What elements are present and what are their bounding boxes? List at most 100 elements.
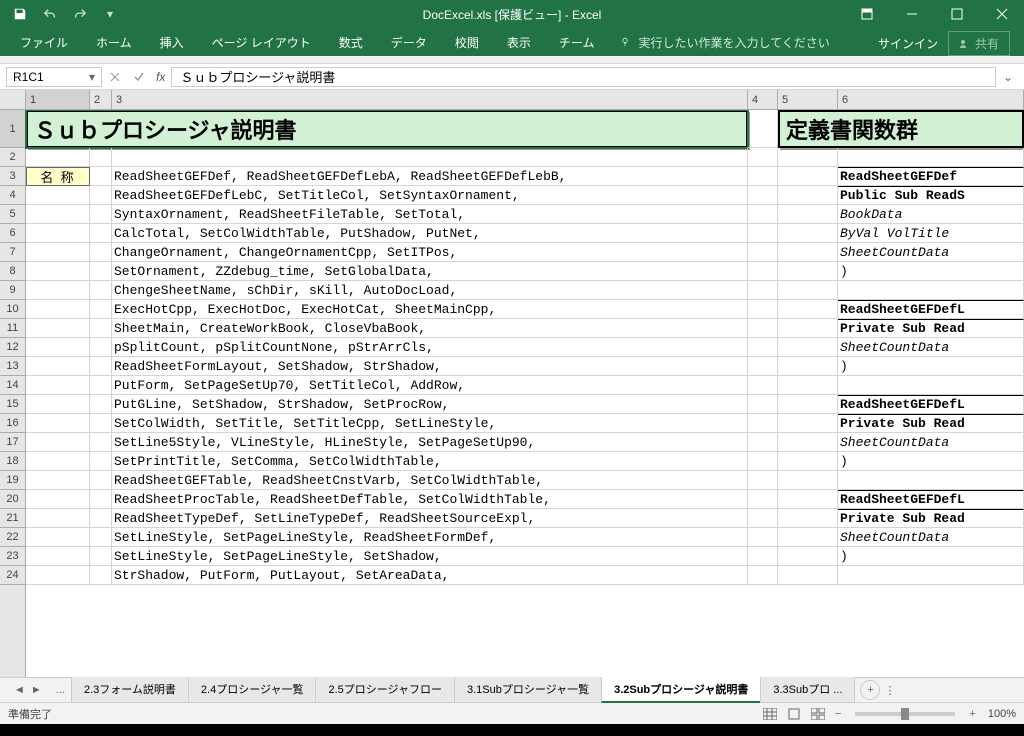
cell[interactable] — [90, 319, 112, 338]
cell[interactable] — [90, 262, 112, 281]
cell[interactable] — [838, 281, 1024, 300]
row-header-13[interactable]: 13 — [0, 357, 25, 376]
cell[interactable] — [90, 433, 112, 452]
cell[interactable]: StrShadow, PutForm, PutLayout, SetAreaDa… — [112, 566, 748, 585]
zoom-slider-thumb[interactable] — [901, 708, 909, 720]
cells-area[interactable]: Ｓｕｂプロシージャ説明書定義書関数群名 称ReadSheetGEFDef, Re… — [26, 110, 1024, 677]
zoom-in-button[interactable]: + — [965, 708, 979, 720]
row-header-11[interactable]: 11 — [0, 319, 25, 338]
cell[interactable] — [748, 338, 778, 357]
row-header-3[interactable]: 3 — [0, 167, 25, 186]
cell[interactable] — [748, 395, 778, 414]
cell[interactable] — [778, 414, 838, 433]
cell[interactable]: Private Sub Read — [838, 319, 1024, 338]
cell[interactable] — [26, 224, 90, 243]
view-pagebreak-button[interactable] — [807, 705, 829, 723]
cell[interactable]: BookData — [838, 205, 1024, 224]
cell[interactable]: ExecHotCpp, ExecHotDoc, ExecHotCat, Shee… — [112, 300, 748, 319]
row-header-23[interactable]: 23 — [0, 547, 25, 566]
cell[interactable] — [26, 528, 90, 547]
cell[interactable]: ReadSheetGEFDefL — [838, 300, 1024, 319]
cell[interactable]: Private Sub Read — [838, 509, 1024, 528]
maximize-button[interactable] — [934, 0, 979, 28]
row-header-18[interactable]: 18 — [0, 452, 25, 471]
cell[interactable]: ReadSheetGEFDefLebC, SetTitleCol, SetSyn… — [112, 186, 748, 205]
row-header-24[interactable]: 24 — [0, 566, 25, 585]
cell[interactable] — [838, 148, 1024, 167]
cell[interactable] — [90, 509, 112, 528]
cell[interactable]: ChengeSheetName, sChDir, sKill, AutoDocL… — [112, 281, 748, 300]
new-sheet-button[interactable]: + — [860, 680, 880, 700]
cell[interactable] — [90, 376, 112, 395]
row-header-9[interactable]: 9 — [0, 281, 25, 300]
col-header-3[interactable]: 3 — [112, 90, 748, 109]
cell[interactable] — [26, 452, 90, 471]
tab-insert[interactable]: 挿入 — [146, 29, 198, 56]
formula-expand-button[interactable]: ⌄ — [998, 70, 1018, 84]
cell[interactable]: ReadSheetGEFDef — [838, 167, 1024, 186]
select-all-corner[interactable] — [0, 90, 26, 109]
cell[interactable] — [26, 433, 90, 452]
cell[interactable]: ReadSheetTypeDef, SetLineTypeDef, ReadSh… — [112, 509, 748, 528]
zoom-slider[interactable] — [855, 712, 955, 716]
cell[interactable]: ReadSheetGEFDefL — [838, 395, 1024, 414]
cell[interactable]: SheetCountData — [838, 528, 1024, 547]
cell[interactable]: ) — [838, 452, 1024, 471]
cell[interactable]: ) — [838, 357, 1024, 376]
formula-cancel-button[interactable] — [104, 67, 126, 87]
cell[interactable] — [778, 300, 838, 319]
row-header-14[interactable]: 14 — [0, 376, 25, 395]
row-header-20[interactable]: 20 — [0, 490, 25, 509]
cell[interactable] — [112, 148, 748, 167]
sheet-tab[interactable]: 2.5プロシージャフロー — [315, 677, 455, 703]
cell[interactable]: ReadSheetProcTable, ReadSheetDefTable, S… — [112, 490, 748, 509]
cell[interactable] — [90, 490, 112, 509]
cell[interactable]: SheetCountData — [838, 243, 1024, 262]
sheet-tab[interactable]: 3.2Subプロシージャ説明書 — [601, 677, 761, 703]
cell[interactable] — [778, 566, 838, 585]
row-header-19[interactable]: 19 — [0, 471, 25, 490]
col-header-6[interactable]: 6 — [838, 90, 1024, 109]
cell[interactable] — [778, 471, 838, 490]
cell[interactable] — [748, 376, 778, 395]
cell[interactable] — [90, 528, 112, 547]
cell[interactable] — [90, 205, 112, 224]
cell[interactable]: ReadSheetGEFDefL — [838, 490, 1024, 509]
cell[interactable] — [748, 300, 778, 319]
col-header-1[interactable]: 1 — [26, 90, 90, 109]
undo-button[interactable] — [36, 2, 64, 26]
cell[interactable] — [90, 281, 112, 300]
tab-home[interactable]: ホーム — [82, 29, 146, 56]
tab-formulas[interactable]: 数式 — [325, 29, 377, 56]
cell[interactable] — [90, 452, 112, 471]
cell[interactable] — [26, 414, 90, 433]
signin-link[interactable]: サインイン — [878, 35, 938, 52]
cell[interactable] — [778, 376, 838, 395]
cell[interactable] — [778, 528, 838, 547]
formula-enter-button[interactable] — [128, 67, 150, 87]
cell[interactable] — [778, 148, 838, 167]
row-header-15[interactable]: 15 — [0, 395, 25, 414]
row-header-10[interactable]: 10 — [0, 300, 25, 319]
cell[interactable] — [26, 376, 90, 395]
cell[interactable]: ReadSheetFormLayout, SetShadow, StrShado… — [112, 357, 748, 376]
row-header-6[interactable]: 6 — [0, 224, 25, 243]
cell[interactable] — [90, 395, 112, 414]
cell[interactable] — [26, 300, 90, 319]
cell[interactable] — [90, 186, 112, 205]
cell[interactable] — [26, 262, 90, 281]
cell[interactable]: SetPrintTitle, SetComma, SetColWidthTabl… — [112, 452, 748, 471]
title-header-left[interactable]: Ｓｕｂプロシージャ説明書 — [26, 110, 748, 148]
cell[interactable]: SyntaxOrnament, ReadSheetFileTable, SetT… — [112, 205, 748, 224]
cell[interactable]: ChangeOrnament, ChangeOrnamentCpp, SetIT… — [112, 243, 748, 262]
zoom-out-button[interactable]: − — [831, 708, 845, 720]
sheet-tab[interactable]: 2.4プロシージャ一覧 — [188, 677, 317, 703]
cell[interactable]: SetOrnament, ZZdebug_time, SetGlobalData… — [112, 262, 748, 281]
sheet-tab-ellipsis[interactable]: ... — [50, 684, 71, 696]
cell[interactable]: SetLineStyle, SetPageLineStyle, SetShado… — [112, 547, 748, 566]
cell[interactable] — [748, 319, 778, 338]
cell[interactable]: SheetCountData — [838, 433, 1024, 452]
zoom-level[interactable]: 100% — [988, 708, 1016, 720]
cell[interactable] — [26, 566, 90, 585]
cell[interactable] — [778, 433, 838, 452]
